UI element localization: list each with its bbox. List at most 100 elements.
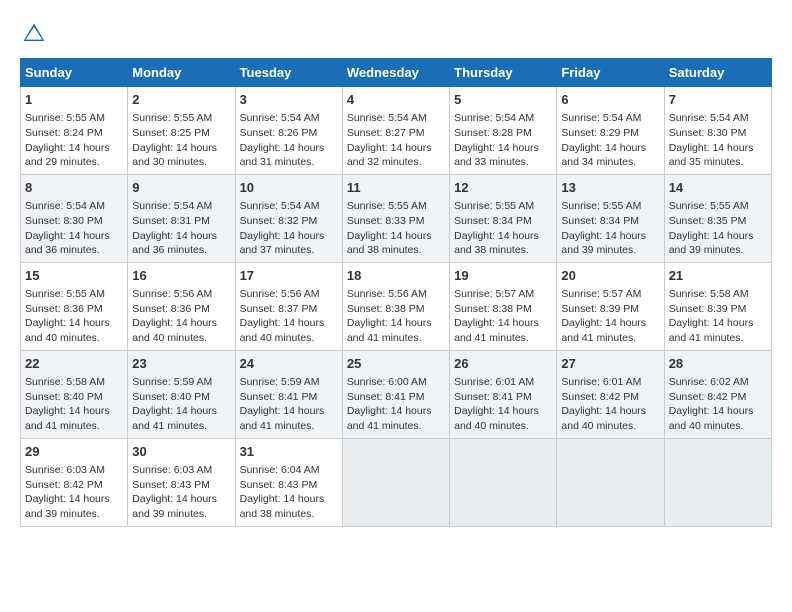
day-number: 31 <box>240 443 338 461</box>
day-info: Sunrise: 5:59 AM Sunset: 8:40 PM Dayligh… <box>132 375 230 434</box>
day-number: 4 <box>347 91 445 109</box>
day-info: Sunrise: 5:56 AM Sunset: 8:36 PM Dayligh… <box>132 287 230 346</box>
day-info: Sunrise: 6:03 AM Sunset: 8:42 PM Dayligh… <box>25 463 123 522</box>
calendar-cell: 29 Sunrise: 6:03 AM Sunset: 8:42 PM Dayli… <box>21 438 128 526</box>
day-number: 30 <box>132 443 230 461</box>
day-info: Sunrise: 5:54 AM Sunset: 8:30 PM Dayligh… <box>25 199 123 258</box>
day-number: 20 <box>561 267 659 285</box>
day-number: 17 <box>240 267 338 285</box>
day-info: Sunrise: 5:55 AM Sunset: 8:25 PM Dayligh… <box>132 111 230 170</box>
calendar-cell <box>342 438 449 526</box>
day-number: 29 <box>25 443 123 461</box>
calendar-cell: 13Sunrise: 5:55 AM Sunset: 8:34 PM Dayli… <box>557 174 664 262</box>
logo <box>20 20 52 48</box>
day-info: Sunrise: 5:58 AM Sunset: 8:40 PM Dayligh… <box>25 375 123 434</box>
day-number: 27 <box>561 355 659 373</box>
calendar-cell: 18 Sunrise: 5:56 AM Sunset: 8:38 PM Dayli… <box>342 262 449 350</box>
day-info: Sunrise: 6:03 AM Sunset: 8:43 PM Dayligh… <box>132 463 230 522</box>
day-info: Sunrise: 5:54 AM Sunset: 8:26 PM Dayligh… <box>240 111 338 170</box>
calendar-cell: 8Sunrise: 5:54 AM Sunset: 8:30 PM Daylig… <box>21 174 128 262</box>
day-info: Sunrise: 5:56 AM Sunset: 8:38 PM Dayligh… <box>347 287 445 346</box>
day-info: Sunrise: 5:54 AM Sunset: 8:29 PM Dayligh… <box>561 111 659 170</box>
day-header-thursday: Thursday <box>450 59 557 87</box>
calendar-cell: 7 Sunrise: 5:54 AM Sunset: 8:30 PM Daylig… <box>664 87 771 175</box>
day-number: 12 <box>454 179 552 197</box>
day-info: Sunrise: 6:00 AM Sunset: 8:41 PM Dayligh… <box>347 375 445 434</box>
day-number: 19 <box>454 267 552 285</box>
day-info: Sunrise: 6:01 AM Sunset: 8:41 PM Dayligh… <box>454 375 552 434</box>
day-header-sunday: Sunday <box>21 59 128 87</box>
day-number: 25 <box>347 355 445 373</box>
day-info: Sunrise: 5:55 AM Sunset: 8:35 PM Dayligh… <box>669 199 767 258</box>
calendar-cell: 22 Sunrise: 5:58 AM Sunset: 8:40 PM Dayli… <box>21 350 128 438</box>
day-header-wednesday: Wednesday <box>342 59 449 87</box>
calendar-cell: 26 Sunrise: 6:01 AM Sunset: 8:41 PM Dayli… <box>450 350 557 438</box>
day-header-monday: Monday <box>128 59 235 87</box>
calendar-cell: 27 Sunrise: 6:01 AM Sunset: 8:42 PM Dayli… <box>557 350 664 438</box>
day-info: Sunrise: 5:57 AM Sunset: 8:39 PM Dayligh… <box>561 287 659 346</box>
calendar-cell: 21 Sunrise: 5:58 AM Sunset: 8:39 PM Dayli… <box>664 262 771 350</box>
calendar-week-2: 8Sunrise: 5:54 AM Sunset: 8:30 PM Daylig… <box>21 174 772 262</box>
calendar-cell: 2 Sunrise: 5:55 AM Sunset: 8:25 PM Daylig… <box>128 87 235 175</box>
calendar-cell <box>664 438 771 526</box>
day-number: 26 <box>454 355 552 373</box>
day-number: 14 <box>669 179 767 197</box>
calendar-week-3: 15 Sunrise: 5:55 AM Sunset: 8:36 PM Dayli… <box>21 262 772 350</box>
day-info: Sunrise: 5:55 AM Sunset: 8:36 PM Dayligh… <box>25 287 123 346</box>
day-number: 11 <box>347 179 445 197</box>
day-info: Sunrise: 5:55 AM Sunset: 8:24 PM Dayligh… <box>25 111 123 170</box>
day-number: 10 <box>240 179 338 197</box>
day-number: 1 <box>25 91 123 109</box>
day-info: Sunrise: 5:54 AM Sunset: 8:28 PM Dayligh… <box>454 111 552 170</box>
calendar-cell: 30 Sunrise: 6:03 AM Sunset: 8:43 PM Dayli… <box>128 438 235 526</box>
calendar-cell: 17 Sunrise: 5:56 AM Sunset: 8:37 PM Dayli… <box>235 262 342 350</box>
day-header-saturday: Saturday <box>664 59 771 87</box>
calendar-cell <box>450 438 557 526</box>
calendar-cell: 1 Sunrise: 5:55 AM Sunset: 8:24 PM Daylig… <box>21 87 128 175</box>
calendar-cell: 19 Sunrise: 5:57 AM Sunset: 8:38 PM Dayli… <box>450 262 557 350</box>
calendar-table: SundayMondayTuesdayWednesdayThursdayFrid… <box>20 58 772 527</box>
calendar-cell: 15 Sunrise: 5:55 AM Sunset: 8:36 PM Dayli… <box>21 262 128 350</box>
day-number: 13 <box>561 179 659 197</box>
calendar-cell: 16 Sunrise: 5:56 AM Sunset: 8:36 PM Dayli… <box>128 262 235 350</box>
calendar-cell: 9 Sunrise: 5:54 AM Sunset: 8:31 PM Daylig… <box>128 174 235 262</box>
day-number: 3 <box>240 91 338 109</box>
day-info: Sunrise: 5:56 AM Sunset: 8:37 PM Dayligh… <box>240 287 338 346</box>
day-info: Sunrise: 5:59 AM Sunset: 8:41 PM Dayligh… <box>240 375 338 434</box>
calendar-cell: 11 Sunrise: 5:55 AM Sunset: 8:33 PM Dayli… <box>342 174 449 262</box>
calendar-cell: 3 Sunrise: 5:54 AM Sunset: 8:26 PM Daylig… <box>235 87 342 175</box>
calendar-week-5: 29 Sunrise: 6:03 AM Sunset: 8:42 PM Dayli… <box>21 438 772 526</box>
day-number: 24 <box>240 355 338 373</box>
day-number: 15 <box>25 267 123 285</box>
day-info: Sunrise: 5:55 AM Sunset: 8:34 PM Dayligh… <box>454 199 552 258</box>
page-header <box>20 20 772 48</box>
day-info: Sunrise: 5:58 AM Sunset: 8:39 PM Dayligh… <box>669 287 767 346</box>
day-number: 2 <box>132 91 230 109</box>
day-header-tuesday: Tuesday <box>235 59 342 87</box>
calendar-cell: 28 Sunrise: 6:02 AM Sunset: 8:42 PM Dayli… <box>664 350 771 438</box>
calendar-cell: 25 Sunrise: 6:00 AM Sunset: 8:41 PM Dayli… <box>342 350 449 438</box>
day-number: 22 <box>25 355 123 373</box>
day-number: 7 <box>669 91 767 109</box>
day-number: 28 <box>669 355 767 373</box>
logo-icon <box>20 20 48 48</box>
calendar-cell: 12 Sunrise: 5:55 AM Sunset: 8:34 PM Dayli… <box>450 174 557 262</box>
day-number: 5 <box>454 91 552 109</box>
day-number: 21 <box>669 267 767 285</box>
day-info: Sunrise: 5:54 AM Sunset: 8:30 PM Dayligh… <box>669 111 767 170</box>
day-number: 18 <box>347 267 445 285</box>
day-info: Sunrise: 5:57 AM Sunset: 8:38 PM Dayligh… <box>454 287 552 346</box>
day-number: 6 <box>561 91 659 109</box>
day-info: Sunrise: 6:04 AM Sunset: 8:43 PM Dayligh… <box>240 463 338 522</box>
calendar-week-4: 22 Sunrise: 5:58 AM Sunset: 8:40 PM Dayli… <box>21 350 772 438</box>
day-header-friday: Friday <box>557 59 664 87</box>
day-info: Sunrise: 5:54 AM Sunset: 8:31 PM Dayligh… <box>132 199 230 258</box>
day-number: 16 <box>132 267 230 285</box>
day-info: Sunrise: 6:01 AM Sunset: 8:42 PM Dayligh… <box>561 375 659 434</box>
calendar-cell: 4Sunrise: 5:54 AM Sunset: 8:27 PM Daylig… <box>342 87 449 175</box>
day-number: 9 <box>132 179 230 197</box>
day-info: Sunrise: 5:55 AM Sunset: 8:33 PM Dayligh… <box>347 199 445 258</box>
calendar-cell <box>557 438 664 526</box>
calendar-cell: 31 Sunrise: 6:04 AM Sunset: 8:43 PM Dayli… <box>235 438 342 526</box>
day-info: Sunrise: 6:02 AM Sunset: 8:42 PM Dayligh… <box>669 375 767 434</box>
